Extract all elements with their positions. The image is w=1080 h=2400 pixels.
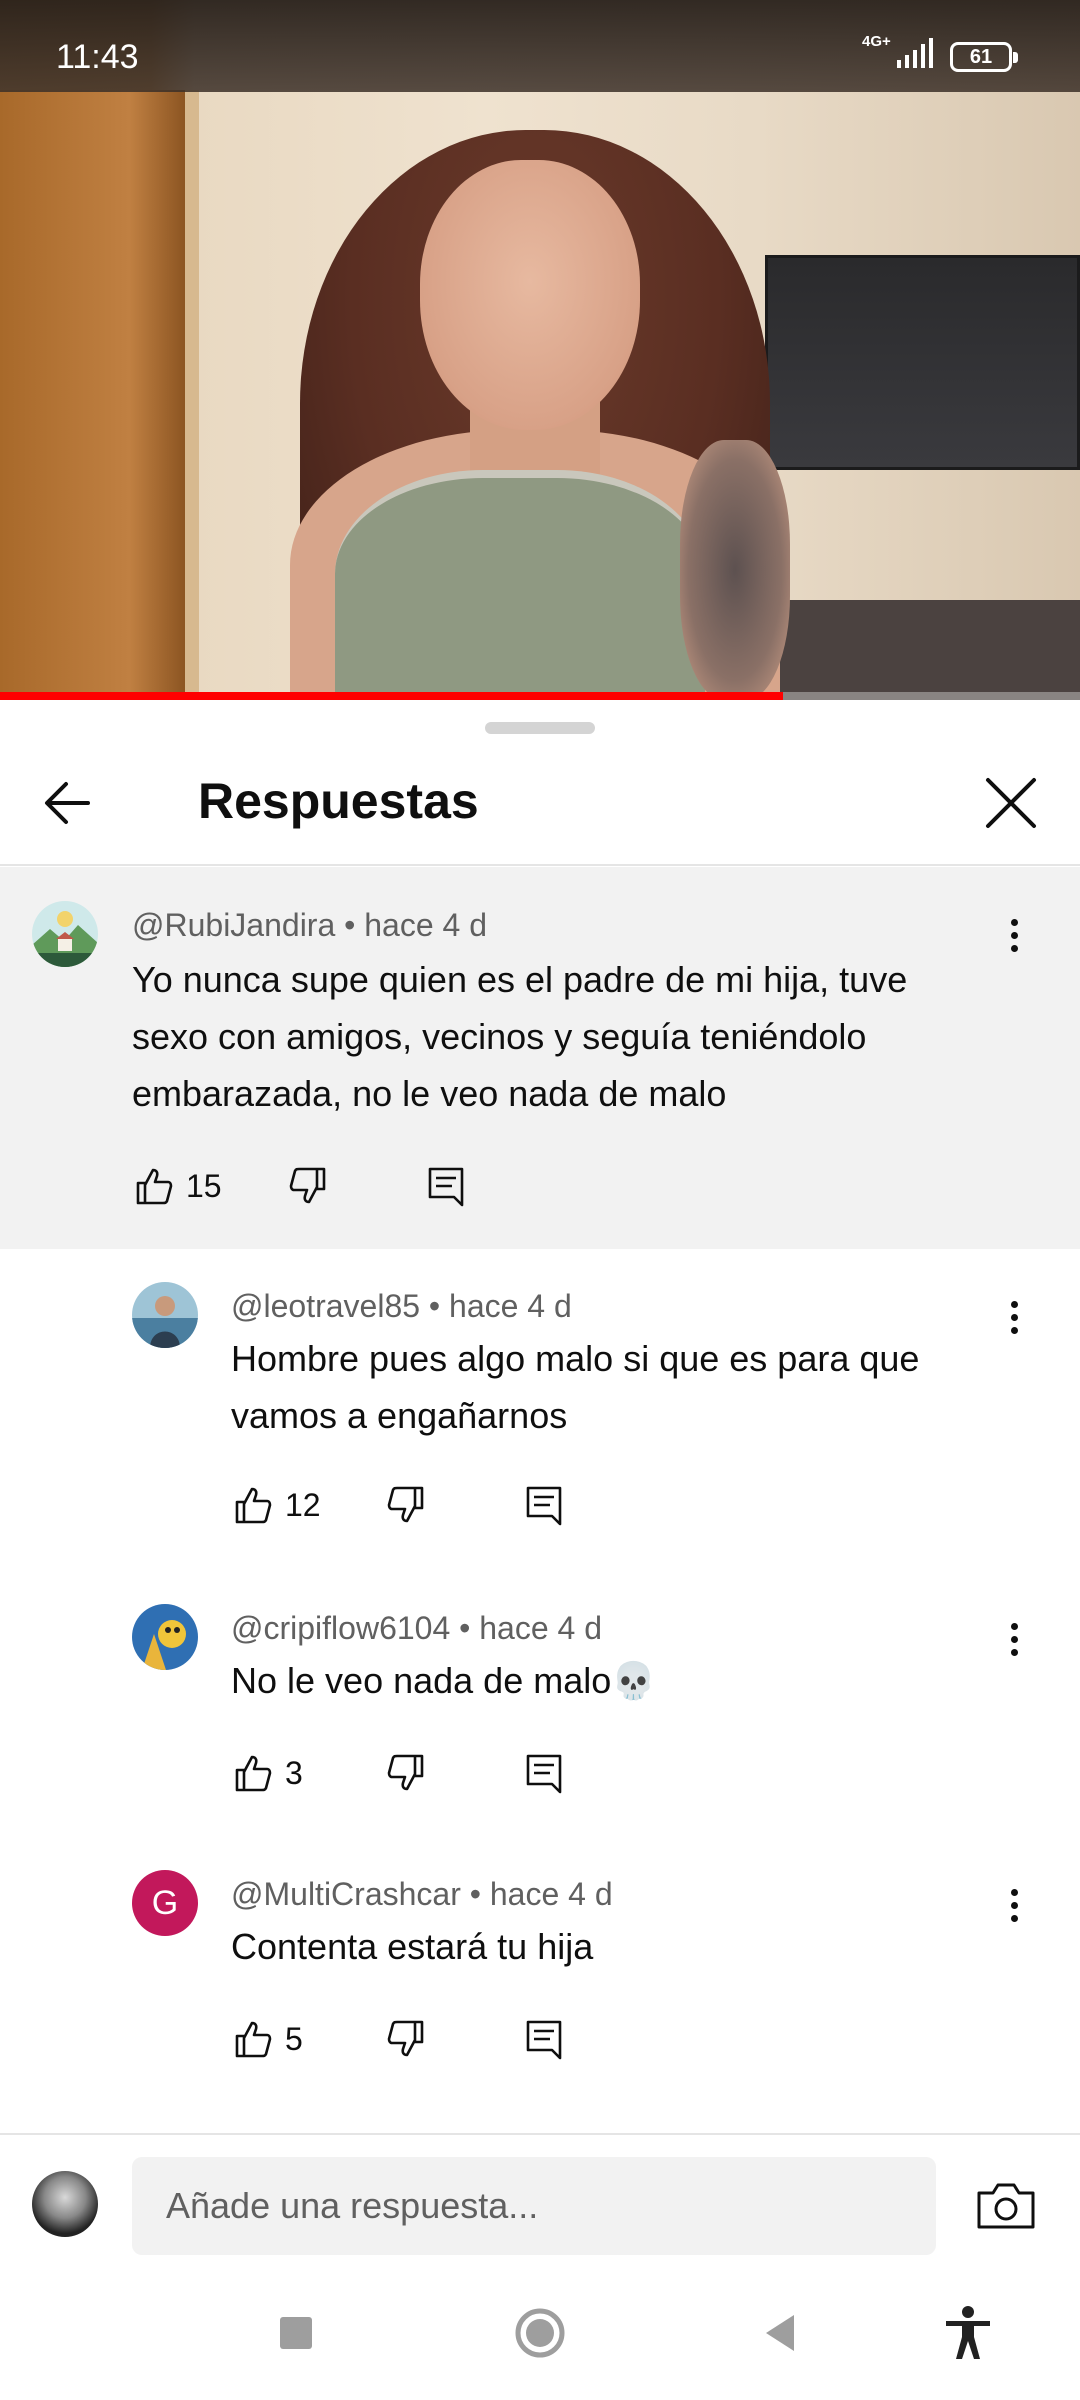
reply-button[interactable]	[522, 1748, 566, 1798]
reply-icon	[526, 1754, 562, 1794]
thumbs-up-icon	[235, 1755, 272, 1792]
reply-composer: Añade una respuesta...	[0, 2133, 1080, 2273]
home-circle-icon[interactable]	[510, 2303, 570, 2363]
reply-icon	[428, 1167, 464, 1207]
comment-author[interactable]: @RubiJandira	[132, 907, 335, 943]
reply-button[interactable]	[522, 2014, 566, 2064]
comment-meta: @RubiJandira • hace 4 d	[132, 907, 487, 943]
thumbs-up-icon	[235, 1487, 272, 1524]
avatar[interactable]	[132, 1604, 198, 1670]
parent-comment: @RubiJandira • hace 4 d Yo nunca supe qu…	[0, 867, 1080, 1249]
battery-icon: 61	[950, 42, 1018, 72]
thumbs-down-icon	[289, 1167, 326, 1204]
comment-author[interactable]: @leotravel85	[231, 1288, 420, 1324]
thumbs-up-icon	[136, 1168, 173, 1205]
my-avatar[interactable]	[32, 2171, 98, 2237]
dislike-button[interactable]	[384, 2014, 428, 2064]
dislike-button[interactable]	[384, 1480, 428, 1530]
comment-text: Hombre pues algo malo si que es para que…	[231, 1338, 920, 1436]
comment-author[interactable]: @cripiflow6104	[231, 1610, 450, 1646]
video-frame-door	[0, 90, 185, 700]
comment-text: Yo nunca supe quien es el padre de mi hi…	[132, 959, 908, 1114]
reply-button[interactable]	[424, 1161, 468, 1211]
comment-age: hace 4 d	[489, 1876, 613, 1912]
comment-age: hace 4 d	[364, 907, 487, 943]
avatar[interactable]	[132, 1282, 198, 1348]
more-options-icon[interactable]	[999, 1885, 1029, 1935]
back-triangle-icon[interactable]	[752, 2303, 812, 2363]
network-type: 4G+	[862, 33, 891, 50]
thumbs-down-icon	[387, 1486, 424, 1523]
like-button[interactable]: 5	[231, 2014, 303, 2064]
reply-icon	[526, 1486, 562, 1526]
avatar[interactable]	[32, 901, 98, 967]
sheet-title: Respuestas	[198, 773, 479, 829]
dislike-button[interactable]	[286, 1161, 330, 1211]
signal-icon	[897, 38, 933, 68]
video-progress-bar[interactable]	[0, 692, 1080, 700]
like-count: 5	[285, 2020, 303, 2057]
reply-input[interactable]: Añade una respuesta...	[132, 2157, 936, 2255]
person-avatar-icon	[132, 1282, 198, 1348]
back-arrow-icon[interactable]	[36, 770, 102, 836]
landscape-avatar-icon	[32, 901, 98, 967]
comment-age: hace 4 d	[479, 1610, 602, 1646]
like-button[interactable]: 12	[231, 1480, 321, 1530]
sheet-drag-handle[interactable]	[485, 722, 595, 734]
status-bar: 11:43 4G+ 61	[0, 0, 1080, 92]
comment-meta: @MultiCrashcar • hace 4 d	[231, 1876, 613, 1912]
system-nav-bar	[0, 2273, 1080, 2400]
reply-icon	[526, 2020, 562, 2060]
thumbs-down-icon	[387, 1754, 424, 1791]
reply-button[interactable]	[522, 1480, 566, 1530]
like-count: 12	[285, 1486, 321, 1523]
like-button[interactable]: 15	[132, 1161, 222, 1211]
thumbs-down-icon	[387, 2020, 424, 2057]
comment-meta: @leotravel85 • hace 4 d	[231, 1288, 572, 1324]
accessibility-icon[interactable]	[938, 2303, 998, 2363]
like-button[interactable]: 3	[231, 1748, 303, 1798]
dislike-button[interactable]	[384, 1748, 428, 1798]
more-options-icon[interactable]	[999, 1297, 1029, 1347]
sheet-header: Respuestas	[0, 740, 1080, 866]
video-player[interactable]	[0, 0, 1080, 700]
status-time: 11:43	[56, 38, 139, 76]
comment-age: hace 4 d	[449, 1288, 572, 1324]
recents-square-icon[interactable]	[266, 2303, 326, 2363]
comment-text: Contenta estará tu hija	[231, 1926, 594, 1967]
video-progress-fill	[0, 692, 783, 700]
comment-text: No le veo nada de malo💀	[231, 1660, 657, 1701]
comment-meta: @cripiflow6104 • hace 4 d	[231, 1610, 602, 1646]
comment-author[interactable]: @MultiCrashcar	[231, 1876, 461, 1912]
camera-icon[interactable]	[975, 2179, 1037, 2233]
avatar[interactable]: G	[132, 1870, 198, 1936]
close-icon[interactable]	[978, 770, 1044, 836]
like-count: 15	[186, 1167, 222, 1204]
more-options-icon[interactable]	[999, 1619, 1029, 1669]
cartoon-avatar-icon	[132, 1604, 198, 1670]
more-options-icon[interactable]	[999, 915, 1029, 965]
thumbs-up-icon	[235, 2021, 272, 2058]
like-count: 3	[285, 1754, 303, 1791]
